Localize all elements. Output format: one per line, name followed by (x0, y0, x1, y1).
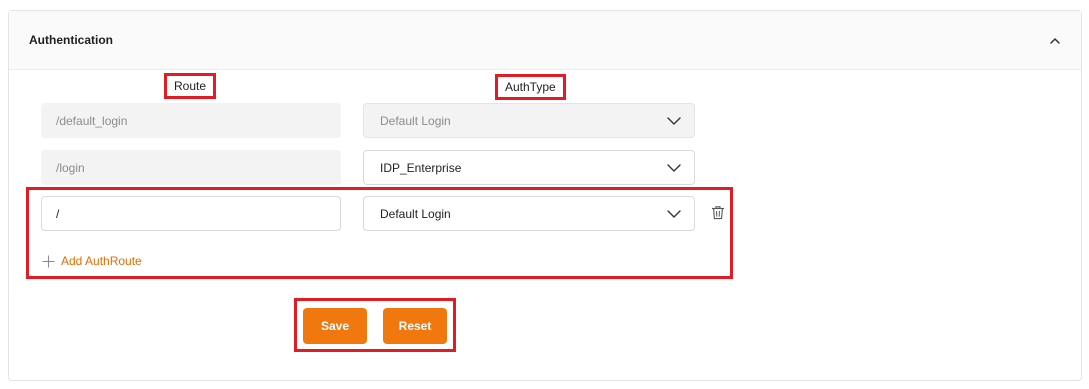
authtype-select-1-value: Default Login (380, 113, 451, 128)
trash-icon[interactable] (711, 205, 725, 220)
save-button[interactable]: Save (303, 308, 367, 344)
plus-icon (42, 255, 55, 267)
authtype-select-1[interactable]: Default Login (363, 103, 695, 138)
chevron-down-icon (667, 210, 681, 218)
authtype-select-3[interactable]: Default Login (363, 196, 695, 231)
authtype-column-label: AuthType (495, 74, 566, 100)
add-authroute-label: Add AuthRoute (61, 254, 142, 268)
card-header[interactable]: Authentication (9, 11, 1081, 70)
route-input-3[interactable] (41, 196, 341, 231)
route-input-2[interactable] (41, 150, 341, 185)
add-authroute-button[interactable]: Add AuthRoute (42, 254, 142, 268)
section-title: Authentication (29, 33, 113, 47)
chevron-down-icon (667, 117, 681, 125)
authtype-select-3-value: Default Login (380, 206, 451, 221)
chevron-up-icon[interactable] (1047, 33, 1063, 49)
chevron-down-icon (667, 164, 681, 172)
authtype-select-2[interactable]: IDP_Enterprise (363, 150, 695, 185)
route-column-label: Route (164, 73, 217, 99)
authtype-select-2-value: IDP_Enterprise (380, 160, 462, 175)
reset-button[interactable]: Reset (383, 308, 447, 344)
route-input-1[interactable] (41, 103, 341, 138)
